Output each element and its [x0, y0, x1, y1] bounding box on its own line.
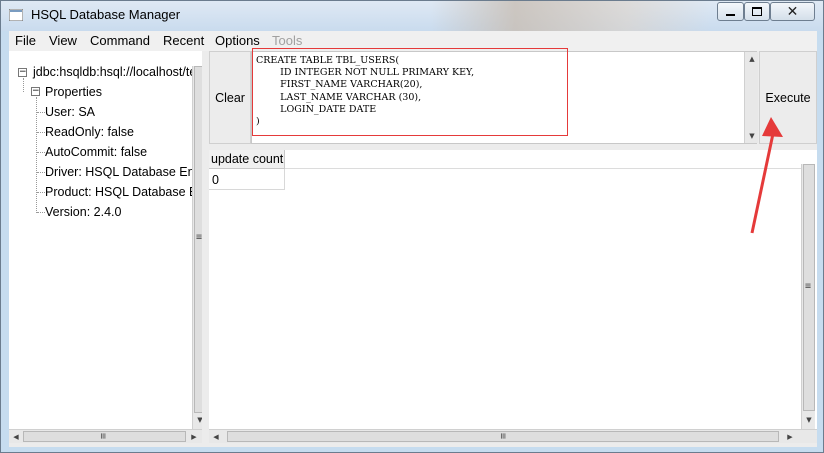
- tree-item-driver[interactable]: Driver: HSQL Database En: [45, 165, 195, 179]
- scroll-down-arrow-icon[interactable]: ▼: [802, 413, 816, 427]
- tree-vertical-scrollbar[interactable]: ≡ ▼: [192, 66, 202, 429]
- scroll-up-arrow-icon[interactable]: ▲: [745, 52, 759, 66]
- tree-horizontal-scrollbar[interactable]: ◀ ≡ ▶: [9, 429, 202, 443]
- scroll-grip-icon: ≡: [497, 432, 509, 440]
- sql-line: LAST_NAME VARCHAR (30),: [256, 91, 422, 103]
- menu-command[interactable]: Command: [90, 33, 150, 48]
- execute-button[interactable]: Execute: [759, 51, 817, 144]
- editor-vertical-scrollbar[interactable]: ▲ ▼: [744, 52, 758, 143]
- maximize-button[interactable]: [744, 2, 770, 21]
- minimize-button[interactable]: [717, 2, 744, 21]
- tree-item-product[interactable]: Product: HSQL Database E: [45, 185, 197, 199]
- maximize-icon: [752, 7, 762, 16]
- scroll-right-arrow-icon[interactable]: ▶: [783, 430, 797, 444]
- sql-line: FIRST_NAME VARCHAR(20),: [256, 79, 423, 91]
- scroll-grip-icon: ≡: [97, 432, 109, 440]
- tree-connector: [36, 97, 37, 213]
- title-bar[interactable]: HSQL Database Manager ✕: [1, 1, 823, 31]
- collapse-root-icon[interactable]: −: [18, 68, 27, 77]
- tree-connector: [37, 172, 45, 173]
- menu-bar: File View Command Recent Options Tools: [9, 31, 817, 51]
- menu-file[interactable]: File: [15, 33, 36, 48]
- app-icon: [9, 9, 23, 21]
- sql-editor[interactable]: CREATE TABLE TBL_USERS( ID INTEGER NOT N…: [251, 48, 758, 144]
- sql-line: ID INTEGER NOT NULL PRIMARY KEY,: [256, 67, 475, 79]
- menu-recent[interactable]: Recent: [163, 33, 204, 48]
- sql-line: CREATE TABLE TBL_USERS(: [256, 55, 400, 66]
- collapse-properties-icon[interactable]: −: [31, 87, 40, 96]
- tree-item-version[interactable]: Version: 2.4.0: [45, 205, 121, 219]
- app-window: HSQL Database Manager ✕ File View Comman…: [0, 0, 824, 453]
- tree-root-connection[interactable]: jdbc:hsqldb:hsql://localhost/te: [33, 65, 196, 79]
- results-horizontal-scrollbar[interactable]: ◀ ≡ ▶: [209, 429, 817, 443]
- tree-item-user[interactable]: User: SA: [45, 105, 95, 119]
- vertical-splitter[interactable]: [202, 51, 209, 447]
- close-button[interactable]: ✕: [770, 2, 815, 21]
- table-cell[interactable]: 0: [209, 169, 285, 190]
- scroll-down-arrow-icon[interactable]: ▼: [193, 413, 202, 427]
- header-divider: [285, 150, 801, 169]
- title-bar-background: [431, 1, 711, 31]
- menu-tools: Tools: [272, 33, 303, 48]
- minimize-icon: [726, 13, 735, 16]
- tree-item-autocommit[interactable]: AutoCommit: false: [45, 145, 147, 159]
- tree-connector: [37, 212, 45, 213]
- tree-connector: [37, 132, 45, 133]
- scroll-right-arrow-icon[interactable]: ▶: [187, 430, 201, 444]
- tree-item-readonly[interactable]: ReadOnly: false: [45, 125, 134, 139]
- sql-line: LOGIN_DATE DATE: [256, 103, 377, 115]
- tree-connector: [23, 78, 24, 92]
- sql-line: ): [256, 116, 260, 128]
- menu-options[interactable]: Options: [215, 33, 260, 48]
- close-icon: ✕: [786, 3, 799, 20]
- results-vertical-scrollbar[interactable]: ≡ ▼: [801, 164, 815, 429]
- tree-connector: [37, 192, 45, 193]
- window-title: HSQL Database Manager: [31, 7, 181, 22]
- main-content: − jdbc:hsqldb:hsql://localhost/te − Prop…: [9, 48, 817, 447]
- scroll-down-arrow-icon[interactable]: ▼: [745, 129, 759, 143]
- scroll-grip-icon: ≡: [805, 281, 812, 292]
- menu-view[interactable]: View: [49, 33, 77, 48]
- scroll-left-arrow-icon[interactable]: ◀: [209, 430, 223, 444]
- tree-connector: [37, 152, 45, 153]
- clear-button[interactable]: Clear: [209, 51, 251, 144]
- database-tree[interactable]: − jdbc:hsqldb:hsql://localhost/te − Prop…: [9, 51, 202, 429]
- scroll-left-arrow-icon[interactable]: ◀: [9, 430, 23, 444]
- tree-properties[interactable]: Properties: [45, 85, 102, 99]
- sql-text[interactable]: CREATE TABLE TBL_USERS( ID INTEGER NOT N…: [256, 55, 474, 128]
- results-table[interactable]: update count 0 ≡ ▼: [209, 150, 817, 429]
- tree-connector: [37, 112, 45, 113]
- column-header-update-count[interactable]: update count: [209, 150, 285, 169]
